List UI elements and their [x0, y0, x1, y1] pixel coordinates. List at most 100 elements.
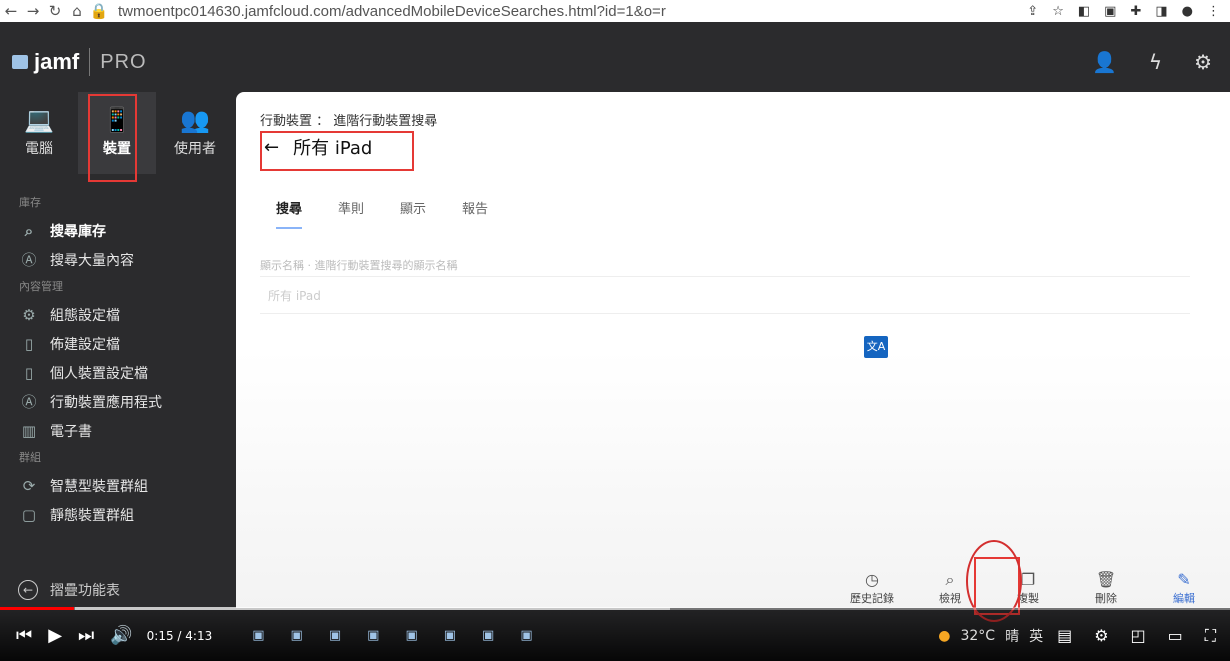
- action-label: 刪除: [1095, 592, 1117, 605]
- lock-icon[interactable]: 🔒: [88, 2, 110, 20]
- menu-dots-icon[interactable]: ⋮: [1207, 4, 1220, 19]
- address-bar[interactable]: twmoentpc014630.jamfcloud.com/advancedMo…: [118, 3, 666, 20]
- fullscreen-icon[interactable]: ⛶: [1205, 626, 1216, 646]
- sidebar-item-search-inventory[interactable]: ⌕ 搜尋庫存: [0, 216, 236, 245]
- tab-search[interactable]: 搜尋: [276, 198, 303, 229]
- lightning-icon[interactable]: ϟ: [1149, 50, 1162, 74]
- edit-button[interactable]: ✎ 編輯: [1160, 570, 1208, 606]
- section-content-management: 內容管理: [19, 280, 63, 293]
- collapse-label: 摺疊功能表: [50, 583, 120, 599]
- sidebar-item-personal-device-profiles[interactable]: ▯ 個人裝置設定檔: [0, 358, 236, 387]
- tab-reports[interactable]: 報告: [462, 198, 488, 229]
- share-icon[interactable]: ⇪: [1027, 4, 1038, 19]
- star-icon[interactable]: ☆: [1052, 4, 1064, 19]
- app-icon[interactable]: ▣: [444, 628, 456, 643]
- tab-criteria[interactable]: 準則: [338, 198, 364, 229]
- next-icon[interactable]: ⏭: [78, 625, 94, 646]
- forward-arrow-icon[interactable]: →: [22, 2, 44, 20]
- header-icons: 👤 ϟ ⚙: [1092, 50, 1212, 74]
- sidebar-item-label: 靜態裝置群組: [50, 507, 134, 524]
- volume-icon[interactable]: 🔊: [110, 625, 132, 646]
- tab-bar: 搜尋 準則 顯示 報告: [276, 198, 488, 229]
- translate-ext-icon[interactable]: ◧: [1078, 4, 1090, 19]
- sidebar-item-label: 個人裝置設定檔: [50, 365, 148, 382]
- sun-icon: ●: [938, 627, 951, 644]
- sidebar-item-label: 智慧型裝置群組: [50, 478, 148, 495]
- player-right-controls: ▤ ⚙ ◰ ▭ ⛶: [1057, 626, 1216, 646]
- app-icon[interactable]: ▣: [291, 628, 303, 643]
- temperature: 32°C: [960, 627, 996, 644]
- action-bar: ◷ 歷史記錄 ⌕ 檢視 ❐ 複製 🗑 刪除 ✎ 編輯: [848, 570, 1208, 606]
- home-icon[interactable]: ⌂: [66, 2, 88, 20]
- laptop-icon: 💻: [24, 106, 54, 134]
- subtitles-icon[interactable]: ▤: [1057, 626, 1072, 646]
- sidebar-item-static-groups[interactable]: ▢ 靜態裝置群組: [0, 500, 236, 529]
- category-label: 電腦: [25, 141, 53, 157]
- translate-icon[interactable]: 文A: [864, 336, 888, 358]
- back-arrow-icon[interactable]: ←: [0, 2, 22, 20]
- category-computers[interactable]: 💻 電腦: [0, 92, 78, 174]
- sidebar-item-search-volume[interactable]: Ⓐ 搜尋大量內容: [0, 245, 236, 274]
- sidebar-item-label: 搜尋庫存: [50, 223, 106, 240]
- app-store-icon: Ⓐ: [21, 393, 37, 411]
- sidebar-item-ebooks[interactable]: ▥ 電子書: [0, 416, 236, 445]
- delete-button[interactable]: 🗑 刪除: [1082, 570, 1130, 606]
- app-icon[interactable]: ▣: [482, 628, 494, 643]
- sidebar-item-provisioning-profiles[interactable]: ▯ 佈建設定檔: [0, 329, 236, 358]
- logo-name: jamf: [34, 49, 80, 74]
- theater-icon[interactable]: ▭: [1168, 626, 1183, 646]
- sidebar-item-smart-groups[interactable]: ⟳ 智慧型裝置群組: [0, 471, 236, 500]
- miniplayer-icon[interactable]: ◰: [1131, 626, 1146, 646]
- settings-icon[interactable]: ⚙: [1094, 626, 1108, 646]
- logo-suffix: PRO: [100, 50, 147, 73]
- sidebar-item-label: 行動裝置應用程式: [50, 394, 162, 411]
- sidepanel-icon[interactable]: ◨: [1155, 4, 1167, 19]
- tab-display[interactable]: 顯示: [400, 198, 426, 229]
- app-icon[interactable]: ▣: [367, 628, 379, 643]
- history-icon: ◷: [865, 570, 879, 589]
- sidebar-item-label: 組態設定檔: [50, 307, 120, 324]
- extension-icon[interactable]: ▣: [1104, 4, 1116, 19]
- action-label: 檢視: [939, 592, 961, 605]
- puzzle-icon[interactable]: ✚: [1130, 4, 1141, 19]
- document-icon: ▯: [24, 334, 34, 353]
- previous-icon[interactable]: ⏮: [16, 625, 32, 646]
- book-icon: ▥: [21, 421, 37, 440]
- collapse-arrow-icon: ←: [18, 580, 38, 600]
- personal-device-icon: ▯: [24, 363, 34, 382]
- highlight-box-title: [260, 131, 414, 171]
- app-icon[interactable]: ▣: [520, 628, 532, 643]
- app-icon[interactable]: ▣: [405, 628, 417, 643]
- trash-icon: 🗑: [1095, 570, 1117, 589]
- users-icon: 👥: [180, 106, 210, 134]
- weather-widget[interactable]: ● 32°C 晴 英: [938, 626, 1043, 646]
- video-controls: ⏮ ▶ ⏭ 🔊 0:15 / 4:13 ▣ ▣ ▣ ▣ ▣ ▣ ▣ ▣ ● 32…: [0, 610, 1230, 661]
- static-group-icon: ▢: [21, 505, 37, 524]
- sidebar-item-mobile-apps[interactable]: Ⓐ 行動裝置應用程式: [0, 387, 236, 416]
- app-icon[interactable]: ▣: [329, 628, 341, 643]
- play-icon[interactable]: ▶: [48, 625, 62, 646]
- avatar[interactable]: ●: [1182, 4, 1193, 19]
- sidebar-item-config-profiles[interactable]: ⚙ 組態設定檔: [0, 300, 236, 329]
- category-label: 使用者: [174, 141, 216, 157]
- sidebar-item-label: 電子書: [50, 423, 92, 440]
- search-icon: ⌕: [24, 221, 34, 240]
- smart-group-icon: ⟳: [22, 476, 36, 495]
- extensions-area: ⇪ ☆ ◧ ▣ ✚ ◨ ● ⋮: [1027, 0, 1230, 22]
- logo-divider: [89, 48, 91, 76]
- category-users[interactable]: 👥 使用者: [156, 92, 234, 174]
- user-icon[interactable]: 👤: [1092, 50, 1117, 74]
- settings-gear-icon[interactable]: ⚙: [1194, 50, 1212, 74]
- app-icon[interactable]: ▣: [252, 628, 264, 643]
- reload-icon[interactable]: ↻: [44, 2, 66, 20]
- jamf-logo[interactable]: jamf PRO: [12, 48, 147, 76]
- history-button[interactable]: ◷ 歷史記錄: [848, 570, 896, 606]
- display-name-field[interactable]: 所有 iPad: [260, 276, 1190, 314]
- input-language: 英: [1029, 628, 1044, 645]
- section-inventory: 庫存: [19, 196, 41, 209]
- app-store-icon: Ⓐ: [21, 251, 37, 269]
- sidebar-item-label: 佈建設定檔: [50, 336, 120, 353]
- collapse-menu-button[interactable]: ← 摺疊功能表: [18, 580, 120, 600]
- action-label: 歷史記錄: [850, 592, 894, 605]
- app-header: jamf PRO 👤 ϟ ⚙: [0, 22, 1230, 92]
